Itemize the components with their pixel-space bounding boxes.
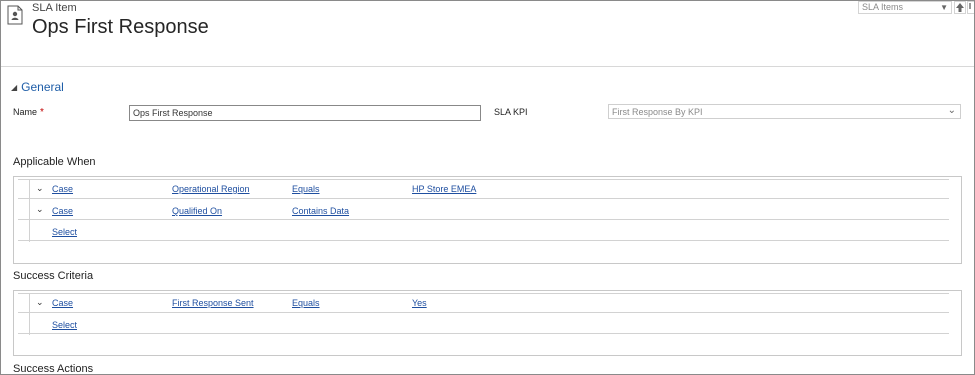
select-criteria-link[interactable]: Select [52,320,77,330]
entity-type-label: SLA Item [32,2,77,14]
select-row [18,221,949,241]
chevron-down-icon[interactable]: ⌄ [36,183,44,194]
dropdown-arrow-icon: ▼ [940,3,948,12]
success-actions-title: Success Actions [13,363,94,375]
criteria-entity-link[interactable]: Case [52,298,73,308]
condition-value-link[interactable]: HP Store EMEA [412,184,476,194]
condition-field-link[interactable]: Qualified On [172,206,222,216]
name-label-text: Name [13,107,38,117]
record-navigation-value: SLA Items [862,2,904,12]
chevron-down-icon[interactable]: ⌄ [36,204,44,215]
arrow-up-icon [956,3,964,12]
criteria-value-link[interactable]: Yes [412,298,427,308]
success-criteria-title: Success Criteria [13,270,94,282]
name-label: Name * [13,107,44,118]
condition-entity-link[interactable]: Case [52,184,73,194]
document-person-icon [7,5,23,25]
required-marker: * [40,107,44,118]
arrow-down-icon [969,3,971,9]
criteria-row [18,293,949,313]
condition-operator-link[interactable]: Contains Data [292,206,349,216]
chevron-down-icon: ⌄ [947,105,956,116]
chevron-down-icon[interactable]: ⌄ [36,297,44,308]
header-divider [1,66,974,67]
next-record-button[interactable] [967,1,974,14]
record-navigation-select[interactable]: SLA Items ▼ [858,1,952,14]
general-section-label: General [21,80,64,94]
select-row [18,314,949,334]
criteria-operator-link[interactable]: Equals [292,298,320,308]
condition-row [18,200,949,220]
applicable-when-title: Applicable When [13,156,96,168]
sla-item-form: SLA Item Ops First Response SLA Items ▼ … [0,0,975,375]
criteria-field-link[interactable]: First Response Sent [172,298,254,308]
general-section-toggle[interactable]: ◢ General [11,80,64,94]
name-input[interactable] [129,105,481,121]
collapse-triangle-icon: ◢ [11,83,18,92]
previous-record-button[interactable] [954,1,966,14]
select-condition-link[interactable]: Select [52,227,77,237]
sla-kpi-select[interactable]: First Response By KPI ⌄ [608,104,961,119]
condition-operator-link[interactable]: Equals [292,184,320,194]
sla-kpi-value: First Response By KPI [612,107,703,117]
record-title: Ops First Response [32,16,209,38]
sla-kpi-label: SLA KPI [494,107,528,117]
condition-row [18,179,949,199]
condition-entity-link[interactable]: Case [52,206,73,216]
condition-field-link[interactable]: Operational Region [172,184,250,194]
